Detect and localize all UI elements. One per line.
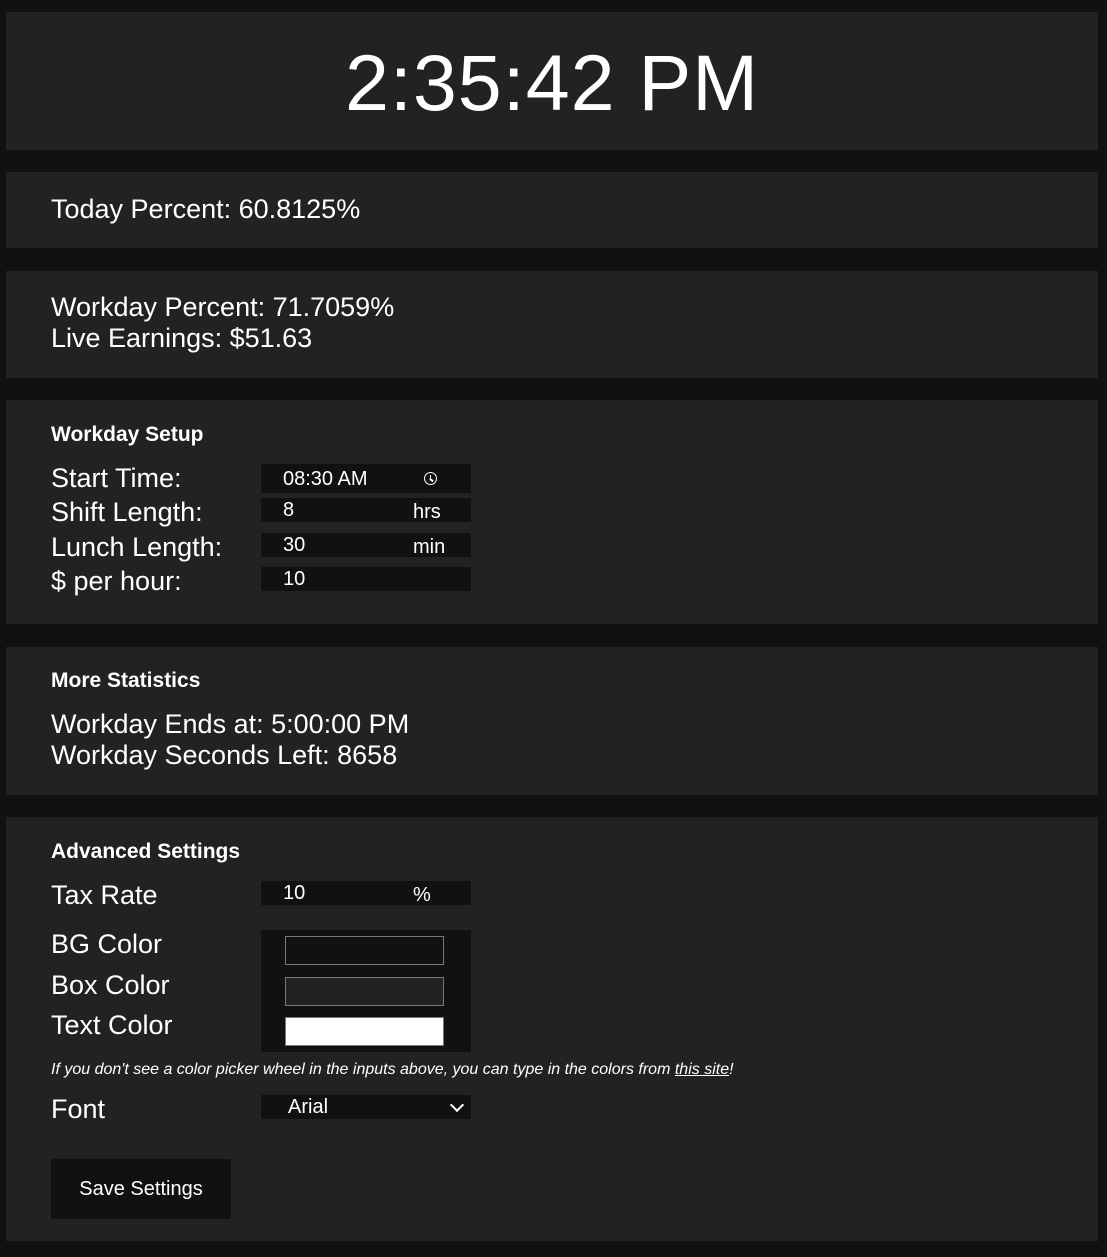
font-label: Font <box>51 1094 106 1124</box>
text-color-label: Text Color <box>51 1010 173 1040</box>
clock-panel: 2:35:42 PM <box>6 12 1098 150</box>
workday-setup-heading: Workday Setup <box>51 423 204 446</box>
tax-rate-label: Tax Rate <box>51 880 158 910</box>
lunch-length-unit: min <box>413 536 446 558</box>
more-statistics-panel: More Statistics Workday Ends at: 5:00:00… <box>6 647 1098 795</box>
start-time-value: 08:30 AM <box>283 468 368 490</box>
workday-panel: Workday Percent: 71.7059% Live Earnings:… <box>6 271 1098 378</box>
shift-length-value: 8 <box>283 499 295 521</box>
tax-rate-input[interactable]: 10 % <box>261 881 471 906</box>
workday-ends-at: Workday Ends at: 5:00:00 PM <box>51 709 410 739</box>
advanced-settings-heading: Advanced Settings <box>51 840 241 863</box>
advanced-settings-panel: Advanced Settings Tax Rate 10 % BG Color… <box>6 817 1098 1241</box>
tax-rate-value: 10 <box>283 882 306 904</box>
font-select[interactable]: Arial <box>261 1095 471 1119</box>
rate-value: 10 <box>283 568 306 590</box>
shift-length-label: Shift Length: <box>51 497 203 527</box>
text-color-input[interactable] <box>285 1017 444 1046</box>
font-select-value: Arial <box>288 1096 329 1118</box>
clock-icon[interactable] <box>424 472 437 485</box>
bg-color-label: BG Color <box>51 929 163 959</box>
lunch-length-label: Lunch Length: <box>51 532 223 562</box>
current-time: 2:35:42 PM <box>344 38 760 127</box>
tax-rate-unit: % <box>413 884 431 906</box>
shift-length-input[interactable]: 8 hrs <box>261 498 471 523</box>
this-site-link[interactable]: this site <box>675 1061 729 1078</box>
box-color-label: Box Color <box>51 970 170 1000</box>
more-statistics-heading: More Statistics <box>51 669 201 692</box>
today-panel: Today Percent: 60.8125% <box>6 172 1098 248</box>
rate-input[interactable]: 10 <box>261 567 471 591</box>
rate-label: $ per hour: <box>51 566 182 596</box>
start-time-label: Start Time: <box>51 463 182 493</box>
live-earnings: Live Earnings: $51.63 <box>51 323 313 353</box>
today-percent: Today Percent: 60.8125% <box>51 194 361 224</box>
color-inputs-panel <box>261 930 471 1052</box>
workday-setup-panel: Workday Setup Start Time: 08:30 AM Shift… <box>6 400 1098 624</box>
chevron-down-icon <box>449 1097 465 1113</box>
workday-seconds-left: Workday Seconds Left: 8658 <box>51 740 398 770</box>
bg-color-input[interactable] <box>285 936 444 965</box>
lunch-length-input[interactable]: 30 min <box>261 533 471 558</box>
color-picker-note: If you don't see a color picker wheel in… <box>51 1060 734 1080</box>
save-settings-button[interactable]: Save Settings <box>51 1159 231 1219</box>
workday-percent: Workday Percent: 71.7059% <box>51 292 395 322</box>
shift-length-unit: hrs <box>413 501 441 523</box>
note-suffix: ! <box>729 1061 734 1078</box>
start-time-input[interactable]: 08:30 AM <box>261 464 471 493</box>
note-prefix: If you don't see a color picker wheel in… <box>51 1061 675 1078</box>
box-color-input[interactable] <box>285 977 444 1006</box>
lunch-length-value: 30 <box>283 534 306 556</box>
